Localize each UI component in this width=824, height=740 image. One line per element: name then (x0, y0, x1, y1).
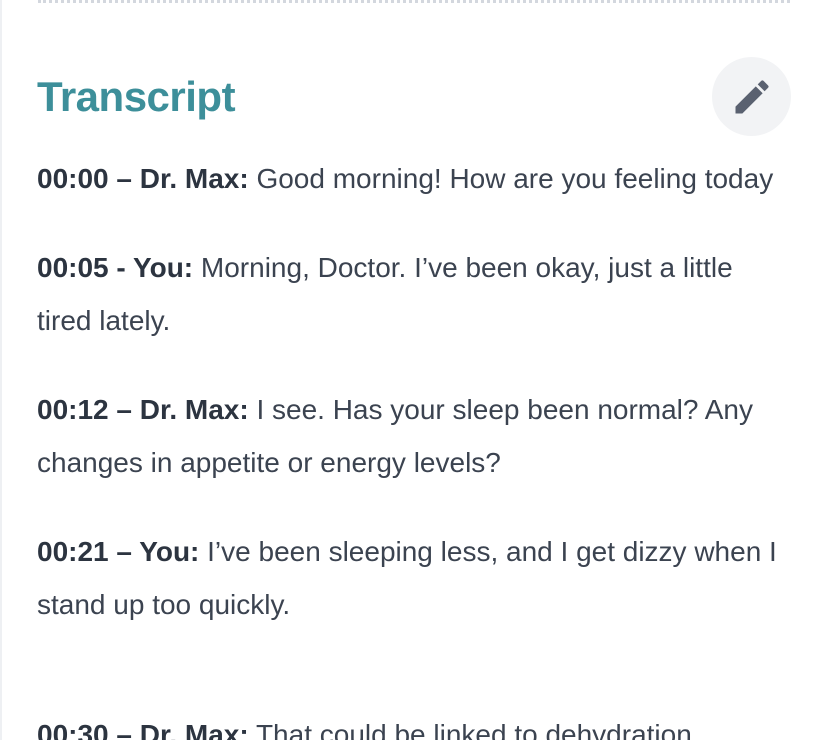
transcript-entries: 00:00 – Dr. Max: Good morning! How are y… (37, 152, 787, 740)
entry-timestamp-speaker: 00:00 – Dr. Max: (37, 163, 249, 194)
transcript-title: Transcript (37, 73, 236, 120)
panel-left-border (0, 0, 2, 740)
entry-timestamp-speaker: 00:12 – Dr. Max: (37, 394, 249, 425)
transcript-entry: 00:21 – You: I’ve been sleeping less, an… (37, 525, 787, 631)
pencil-icon (730, 75, 774, 119)
transcript-entry: 00:00 – Dr. Max: Good morning! How are y… (37, 152, 787, 205)
edit-transcript-button[interactable] (712, 57, 791, 136)
entry-timestamp-speaker: 00:21 – You: (37, 536, 200, 567)
transcript-entry: 00:12 – Dr. Max: I see. Has your sleep b… (37, 383, 787, 489)
transcript-entry: 00:05 - You: Morning, Doctor. I’ve been … (37, 241, 787, 347)
entry-text: Good morning! How are you feeling today (248, 163, 774, 194)
transcript-entry: 00:30 – Dr. Max: That could be linked to… (37, 708, 692, 740)
entry-text: That could be linked to dehydration (248, 719, 692, 740)
transcript-panel: Transcript 00:00 – Dr. Max: Good morning… (0, 0, 824, 740)
entry-timestamp-speaker: 00:30 – Dr. Max: (37, 719, 249, 740)
entry-timestamp-speaker: 00:05 - You: (37, 252, 194, 283)
section-divider (38, 0, 790, 3)
